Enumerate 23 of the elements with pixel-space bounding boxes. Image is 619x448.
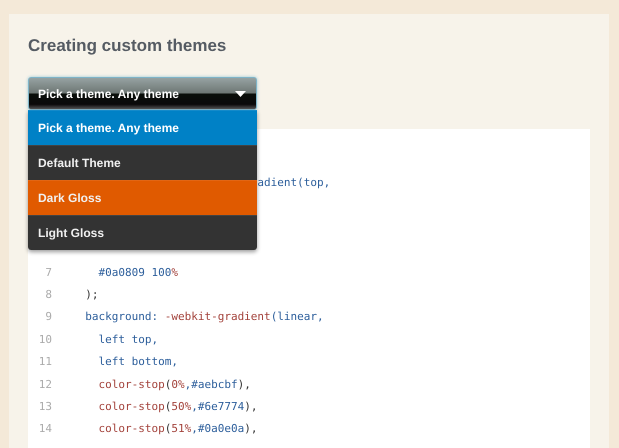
code-line: left bottom, [97, 354, 178, 370]
code-line: color-stop(50%,#6e7774), [97, 398, 258, 415]
caret-icon [235, 90, 246, 96]
line-number: 13 [38, 398, 52, 415]
code-line: adient(top, [256, 175, 330, 191]
code-line: color-stop(0%,#aebcbf), [97, 376, 251, 393]
code-line: background: -webkit-gradient(linear, [84, 309, 324, 326]
menu-option[interactable]: Default Theme [28, 145, 257, 180]
line-number: 9 [44, 309, 52, 326]
line-number: 11 [38, 354, 52, 370]
theme-dropdown[interactable]: Pick a theme. Any theme [28, 77, 257, 110]
menu-option[interactable]: Pick a theme. Any theme [28, 110, 257, 145]
code-line: #0a0809 100% [97, 264, 178, 281]
section-heading: Creating custom themes [28, 36, 228, 56]
line-number: 12 [38, 376, 52, 393]
line-number: 7 [44, 264, 52, 281]
code-line: color-stop(51%,#0a0e0a), [97, 421, 258, 438]
code-line: ); [84, 286, 98, 303]
line-number: 8 [44, 286, 52, 303]
line-number: 14 [38, 421, 52, 438]
code-line: left top, [97, 332, 158, 348]
menu-option[interactable]: Light Gloss [28, 215, 257, 250]
line-number: 10 [38, 332, 52, 348]
